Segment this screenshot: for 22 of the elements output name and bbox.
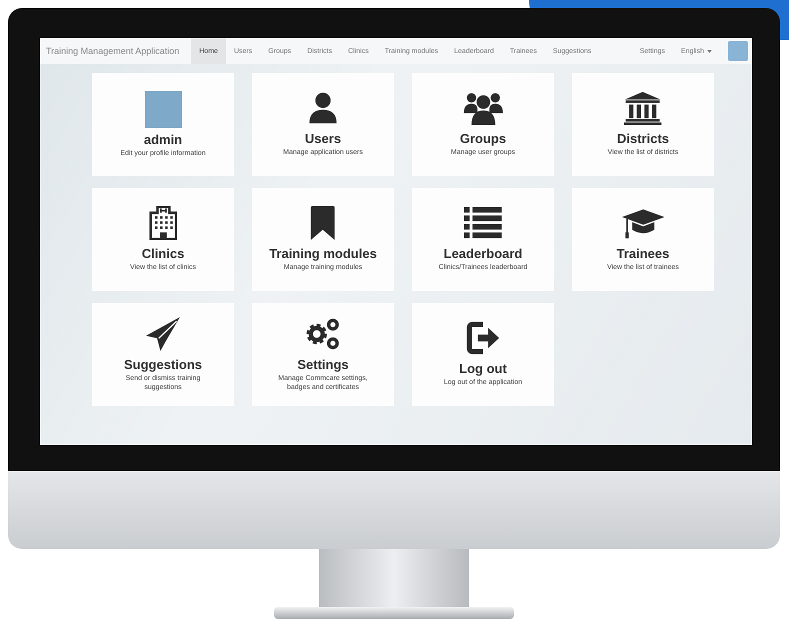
tile-title: Users	[304, 131, 342, 146]
tile-title: admin	[144, 132, 182, 147]
tile-title: Settings	[297, 356, 349, 372]
tile-title: Trainees	[616, 246, 670, 262]
logout-icon	[466, 321, 500, 356]
list-icon	[464, 206, 502, 240]
tile-title: Clinics	[142, 246, 184, 262]
tile-title: Training modules	[269, 246, 377, 262]
group-icon	[462, 91, 504, 126]
tile-title: Groups	[460, 131, 506, 146]
columned-building-icon	[624, 91, 662, 126]
tile-title: Leaderboard	[444, 246, 522, 262]
caret-icon	[707, 50, 712, 52]
avatar-photo-placeholder[interactable]	[728, 41, 748, 61]
paper-plane-icon	[146, 316, 180, 351]
profile-photo-placeholder	[144, 90, 182, 128]
gears-icon	[304, 316, 342, 351]
tile-title: Log out	[459, 361, 507, 376]
tile-title: Districts	[616, 131, 670, 146]
bookmark-icon	[310, 206, 336, 240]
hospital-icon	[148, 206, 178, 240]
tile-title: Suggestions	[124, 356, 202, 372]
